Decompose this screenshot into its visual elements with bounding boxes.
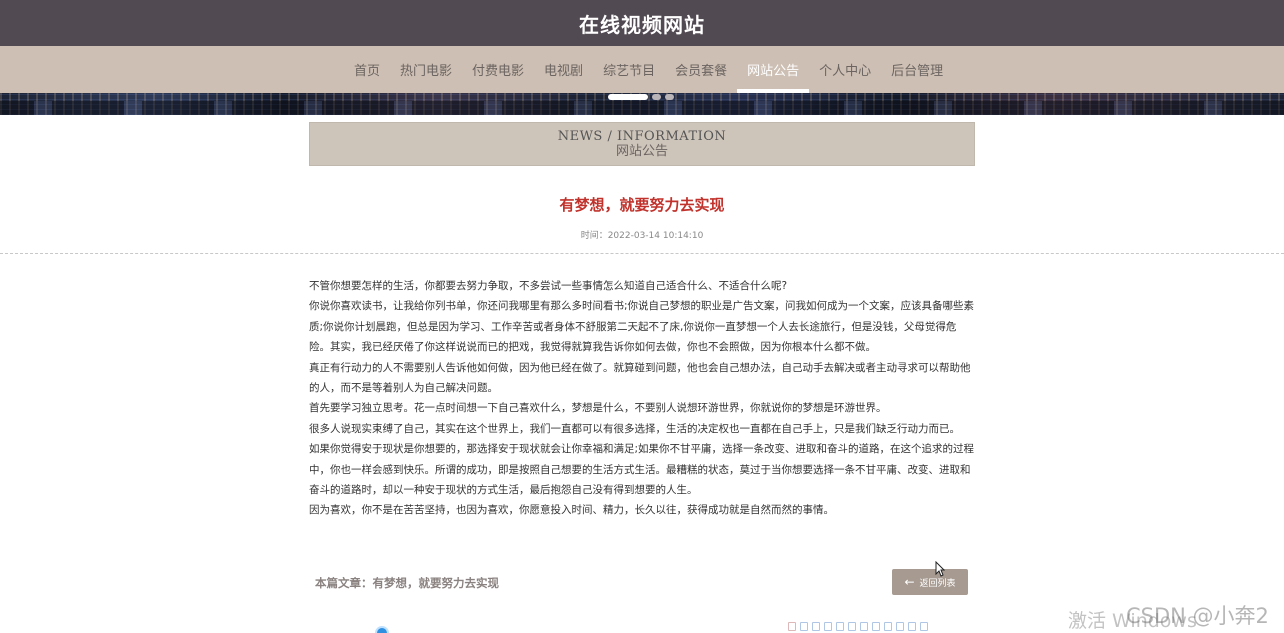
toolbar-icon[interactable] — [788, 622, 796, 631]
carousel-dot-3[interactable] — [665, 94, 674, 100]
nav-item-label: 热门电影 — [400, 64, 453, 79]
nav-item-5[interactable]: 综艺节目 — [593, 46, 665, 93]
article-title: 有梦想，就要努力去实现 — [559, 196, 725, 214]
toolbar-icon[interactable] — [920, 622, 928, 631]
nav-item-label: 首页 — [354, 64, 381, 79]
toolbar-icon[interactable] — [872, 622, 880, 631]
nav-item-label: 个人中心 — [819, 64, 872, 79]
article-body: 不管你想要怎样的生活，你都要去努力争取，不多尝试一些事情怎么知道自己适合什么、不… — [309, 276, 975, 521]
nav-item-3[interactable]: 付费电影 — [462, 46, 534, 93]
nav-item-4[interactable]: 电视剧 — [534, 46, 593, 93]
nav-item-7[interactable]: 网站公告 — [737, 46, 810, 93]
nav-item-2[interactable]: 热门电影 — [390, 46, 462, 93]
carousel-dot-1[interactable] — [608, 94, 648, 100]
article-paragraph: 首先要学习独立思考。花一点时间想一下自己喜欢什么，梦想是什么，不要别人说想环游世… — [309, 402, 887, 415]
floating-assistant-icon[interactable] — [375, 626, 389, 633]
article-paragraph: 你说你喜欢读书，让我给你列书单，你还问我哪里有那么多时间看书;你说自己梦想的职业… — [309, 300, 975, 354]
nav-item-label: 综艺节目 — [603, 64, 656, 79]
toolbar-icon[interactable] — [896, 622, 904, 631]
toolbar-icon[interactable] — [884, 622, 892, 631]
article-paragraph: 因为喜欢，你不是在苦苦坚持，也因为喜欢，你愿意投入时间、精力，长久以往，获得成功… — [309, 504, 834, 517]
nav-list: 首页 热门电影 付费电影 电视剧 综艺节目 会员套餐 网站公告 个人中心 后台管理 — [344, 46, 953, 93]
back-to-list-button[interactable]: ← 返回列表 — [892, 569, 968, 595]
article-paragraph: 很多人说现实束缚了自己，其实在这个世界上，我们一直都可以有很多选择，生活的决定权… — [309, 422, 960, 435]
browser-toolbar-strip — [788, 622, 928, 631]
toolbar-icon[interactable] — [908, 622, 916, 631]
nav-item-label: 电视剧 — [544, 64, 584, 79]
csdn-watermark: CSDN @小奔2 — [1126, 604, 1269, 628]
carousel-dots — [608, 94, 674, 100]
toolbar-icon[interactable] — [848, 622, 856, 631]
site-title: 在线视频网站 — [579, 12, 705, 37]
nav-item-label: 付费电影 — [472, 64, 525, 79]
article-paragraph: 不管你想要怎样的生活，你都要去努力争取，不多尝试一些事情怎么知道自己适合什么、不… — [309, 280, 788, 292]
site-header: 在线视频网站 — [0, 0, 1284, 46]
section-header: NEWS / INFORMATION 网站公告 — [309, 122, 975, 166]
toolbar-icon[interactable] — [860, 622, 868, 631]
toolbar-icon[interactable] — [800, 622, 808, 631]
nav-item-9[interactable]: 后台管理 — [881, 46, 953, 93]
current-article-label: 本篇文章：有梦想，就要努力去实现 — [315, 576, 499, 590]
article-paragraph: 真正有行动力的人不需要别人告诉他如何做，因为他已经在做了。就算碰到问题，他也会自… — [309, 361, 971, 395]
nav-item-label: 后台管理 — [891, 64, 944, 79]
banner-skyline — [0, 101, 1284, 115]
article-paragraph: 如果你觉得安于现状是你想要的，那选择安于现状就会让你幸福和满足;如果你不甘平庸，… — [309, 443, 975, 497]
arrow-left-icon: ← — [904, 575, 915, 589]
carousel-dot-2[interactable] — [652, 94, 661, 100]
section-title-cn: 网站公告 — [615, 144, 668, 159]
toolbar-icon[interactable] — [812, 622, 820, 631]
nav-item-label: 会员套餐 — [675, 64, 728, 79]
mouse-cursor-icon — [935, 561, 945, 577]
toolbar-icon[interactable] — [836, 622, 844, 631]
banner-carousel[interactable] — [0, 93, 1284, 115]
back-button-label: 返回列表 — [919, 578, 956, 589]
nav-item-label: 网站公告 — [747, 64, 800, 79]
nav-item-8[interactable]: 个人中心 — [809, 46, 881, 93]
toolbar-icon[interactable] — [824, 622, 832, 631]
nav-item-1[interactable]: 首页 — [344, 46, 390, 93]
main-nav: 首页 热门电影 付费电影 电视剧 综艺节目 会员套餐 网站公告 个人中心 后台管理 — [0, 46, 1284, 93]
section-title-en: NEWS / INFORMATION — [557, 129, 727, 144]
nav-item-6[interactable]: 会员套餐 — [665, 46, 737, 93]
article-time: 时间：2022-03-14 10:14:10 — [580, 231, 704, 241]
dashed-divider — [0, 253, 1284, 254]
